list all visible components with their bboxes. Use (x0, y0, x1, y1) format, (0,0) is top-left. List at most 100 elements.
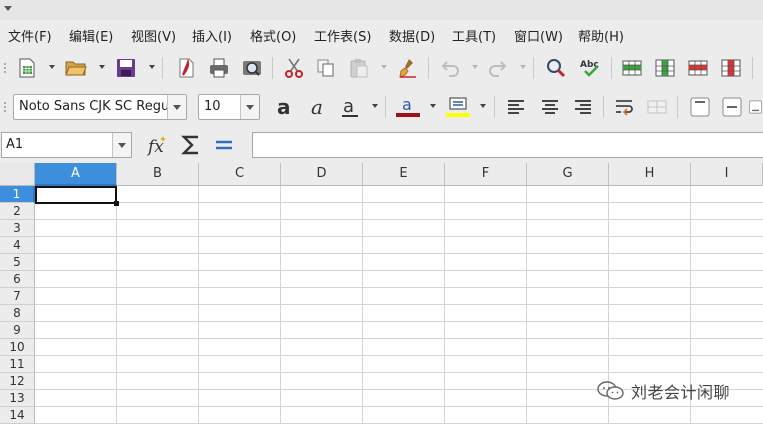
row-header-9[interactable]: 9 (0, 322, 35, 339)
svg-text:fx: fx (146, 137, 164, 157)
row-header-6[interactable]: 6 (0, 271, 35, 288)
align-left-icon[interactable] (502, 93, 530, 121)
font-name-combo[interactable]: Noto Sans CJK SC Regula (13, 94, 187, 120)
column-header-f[interactable]: F (445, 163, 527, 186)
svg-text:a: a (277, 96, 291, 118)
name-box[interactable]: A1 (1, 132, 132, 158)
underline-icon[interactable]: a (336, 93, 364, 121)
row-header-11[interactable]: 11 (0, 356, 35, 373)
row-header-13[interactable]: 13 (0, 390, 35, 407)
delete-row-icon[interactable] (684, 54, 712, 82)
wrap-text-icon[interactable] (610, 93, 638, 121)
toolbar-grip[interactable] (3, 101, 7, 113)
italic-icon[interactable]: a (304, 93, 332, 121)
row-header-5[interactable]: 5 (0, 254, 35, 271)
undo-icon[interactable] (436, 54, 464, 82)
save-icon[interactable] (112, 54, 140, 82)
print-icon[interactable] (205, 54, 233, 82)
redo-dropdown-icon[interactable] (520, 65, 526, 69)
insert-column-icon[interactable] (651, 54, 679, 82)
font-size-combo[interactable]: 10 (198, 94, 260, 120)
row-header-14[interactable]: 14 (0, 407, 35, 424)
font-size-dropdown-icon[interactable] (240, 95, 259, 119)
column-header-c[interactable]: C (199, 163, 281, 186)
formula-input[interactable] (252, 132, 763, 158)
row-header-7[interactable]: 7 (0, 288, 35, 305)
function-wizard-icon[interactable]: fx (144, 131, 172, 159)
open-dropdown-icon[interactable] (99, 65, 105, 69)
toolbar-grip[interactable] (3, 62, 7, 74)
align-bottom-icon[interactable] (748, 93, 763, 121)
align-right-icon[interactable] (569, 93, 597, 121)
wechat-logo-icon (597, 381, 624, 400)
toolbar-separator (611, 57, 612, 79)
font-color-icon[interactable]: a (394, 93, 422, 121)
clone-formatting-icon[interactable] (394, 54, 422, 82)
copy-icon[interactable] (312, 54, 340, 82)
formula-bar: A1 fx (0, 127, 763, 163)
column-header-e[interactable]: E (363, 163, 445, 186)
formula-equals-icon[interactable] (210, 131, 238, 159)
cut-icon[interactable] (280, 54, 308, 82)
underline-dropdown-icon[interactable] (372, 104, 378, 108)
paste-dropdown-icon[interactable] (381, 65, 387, 69)
toolbar-separator (494, 96, 495, 118)
menu-file[interactable]: 文件(F) (8, 26, 52, 45)
new-document-icon[interactable] (13, 54, 41, 82)
name-box-dropdown-icon[interactable] (112, 133, 131, 157)
align-top-icon[interactable] (686, 93, 714, 121)
save-dropdown-icon[interactable] (149, 65, 155, 69)
column-header-d[interactable]: D (281, 163, 363, 186)
svg-text:a: a (402, 95, 412, 114)
spelling-icon[interactable]: Abc (577, 54, 605, 82)
column-header-a[interactable]: A (35, 163, 117, 186)
menu-tools[interactable]: 工具(T) (452, 26, 496, 45)
highlight-color-icon[interactable] (444, 93, 472, 121)
column-header-i[interactable]: I (691, 163, 763, 186)
menu-format[interactable]: 格式(O) (250, 26, 296, 45)
row-header-12[interactable]: 12 (0, 373, 35, 390)
active-cell-cursor[interactable] (35, 186, 119, 206)
toolbar-separator (603, 96, 604, 118)
row-header-1[interactable]: 1 (0, 186, 35, 203)
column-header-g[interactable]: G (527, 163, 609, 186)
paste-icon[interactable] (345, 54, 373, 82)
row-header-4[interactable]: 4 (0, 237, 35, 254)
font-color-dropdown-icon[interactable] (430, 104, 436, 108)
print-preview-icon[interactable] (238, 54, 266, 82)
insert-row-icon[interactable] (618, 54, 646, 82)
menu-edit[interactable]: 编辑(E) (69, 26, 113, 45)
row-header-8[interactable]: 8 (0, 305, 35, 322)
find-replace-icon[interactable] (542, 54, 570, 82)
toolbar-separator (752, 57, 753, 79)
bold-icon[interactable]: a (271, 93, 299, 121)
menubar: 文件(F) 编辑(E) 视图(V) 插入(I) 格式(O) 工作表(S) 数据(… (0, 20, 763, 48)
menu-sheet[interactable]: 工作表(S) (314, 26, 371, 45)
font-name-dropdown-icon[interactable] (167, 95, 186, 119)
merge-cells-icon[interactable] (643, 93, 671, 121)
align-center-icon[interactable] (536, 93, 564, 121)
align-vcenter-icon[interactable] (718, 93, 746, 121)
menu-window[interactable]: 窗口(W) (514, 26, 563, 45)
delete-column-icon[interactable] (717, 54, 745, 82)
redo-icon[interactable] (484, 54, 512, 82)
menu-data[interactable]: 数据(D) (389, 26, 435, 45)
row-header-3[interactable]: 3 (0, 220, 35, 237)
row-header-10[interactable]: 10 (0, 339, 35, 356)
menu-help[interactable]: 帮助(H) (578, 26, 624, 45)
toolbar-separator (272, 57, 273, 79)
window-menu-arrow-icon[interactable] (4, 6, 12, 11)
column-header-b[interactable]: B (117, 163, 199, 186)
menu-insert[interactable]: 插入(I) (192, 26, 232, 45)
export-pdf-icon[interactable] (172, 54, 200, 82)
highlight-dropdown-icon[interactable] (480, 104, 486, 108)
svg-text:a: a (343, 96, 354, 117)
undo-dropdown-icon[interactable] (472, 65, 478, 69)
row-header-2[interactable]: 2 (0, 203, 35, 220)
column-header-h[interactable]: H (609, 163, 691, 186)
select-all-corner[interactable] (0, 163, 35, 186)
sum-icon[interactable] (177, 131, 205, 159)
menu-view[interactable]: 视图(V) (131, 26, 176, 45)
open-folder-icon[interactable] (62, 54, 90, 82)
new-dropdown-icon[interactable] (49, 65, 55, 69)
